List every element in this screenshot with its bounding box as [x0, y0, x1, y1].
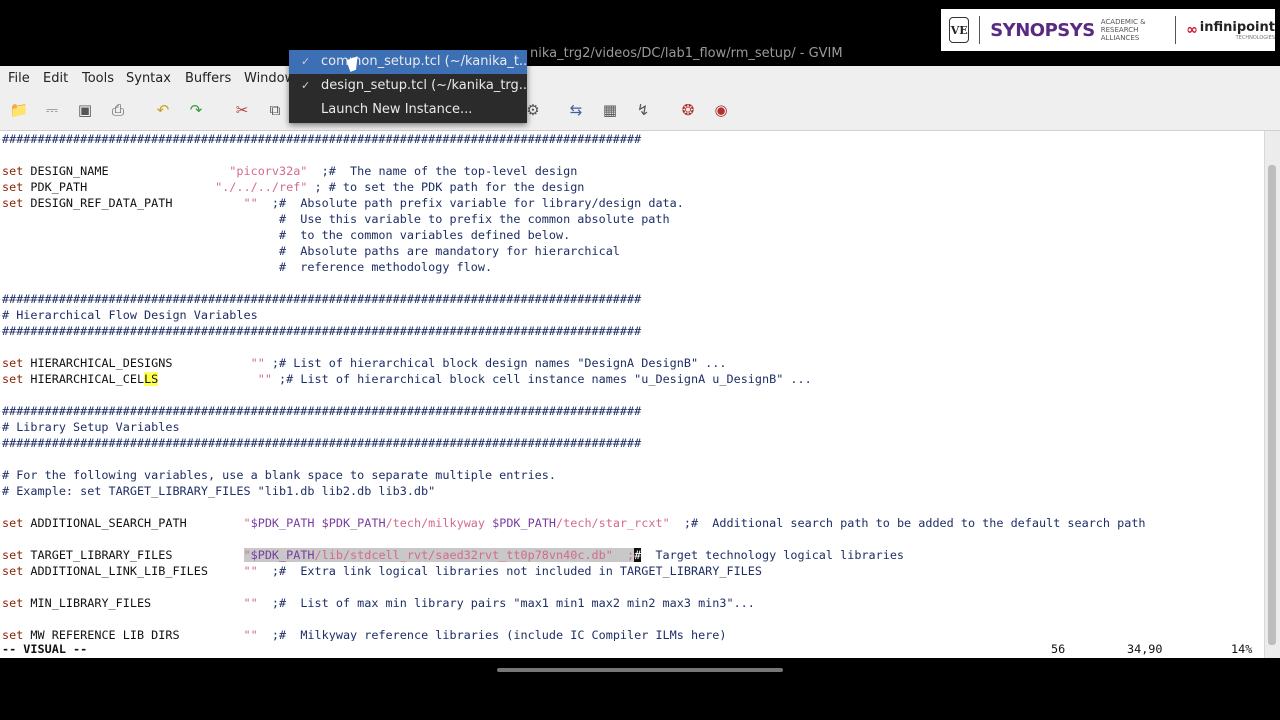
code-line: set DESIGN_REF_DATA_PATH "" ;# Absolute … [2, 196, 684, 210]
logo-divider [1175, 16, 1177, 44]
menu-window[interactable]: Window [244, 71, 295, 86]
copy-icon[interactable]: ⧉ [265, 100, 285, 120]
code-line: # For the following variables, use a bla… [2, 468, 556, 482]
search-highlight: LS [144, 372, 159, 386]
code-line: set PDK_PATH "./../../ref" ; # to set th… [2, 180, 585, 194]
print-icon[interactable]: ⎙ [108, 100, 128, 120]
code-line: set HIERARCHICAL_CELLS "" ;# List of hie… [2, 372, 812, 386]
vlsi-expert-logo: VE [949, 17, 970, 43]
visual-selection: " [243, 548, 251, 562]
code-line: # Example: set TARGET_LIBRARY_FILES "lib… [2, 484, 436, 498]
make-icon[interactable]: ⇆ [566, 100, 586, 120]
code-editor[interactable]: ########################################… [0, 131, 1264, 658]
undo-icon[interactable]: ↶ [153, 100, 173, 120]
help-icon[interactable]: ❂ [678, 100, 698, 120]
popup-item-launch-new[interactable]: Launch New Instance... [289, 98, 527, 122]
code-line: set ADDITIONAL_LINK_LIB_FILES "" ;# Extr… [2, 564, 762, 578]
synopsys-logo: SYNOPSYS [990, 19, 1095, 41]
ctags-icon[interactable]: ▦ [600, 100, 620, 120]
infinipoint-subtitle: TECHNOLOGIES [1235, 34, 1275, 41]
code-line: # Library Setup Variables [2, 420, 180, 434]
code-line: set ADDITIONAL_SEARCH_PATH "$PDK_PATH $P… [2, 516, 1146, 530]
save-file-icon[interactable]: ⎓ [42, 100, 62, 120]
scrollbar-thumb[interactable] [1268, 165, 1276, 645]
code-line: set DESIGN_NAME "picorv32a" ;# The name … [2, 164, 578, 178]
scroll-percent: 14% [1231, 642, 1253, 656]
find-help-icon[interactable]: ◉ [711, 100, 731, 120]
vertical-scrollbar[interactable] [1264, 131, 1280, 658]
code-line: ########################################… [2, 404, 642, 418]
code-line: set TARGET_LIBRARY_FILES "$PDK_PATH/lib/… [2, 548, 905, 562]
open-file-icon[interactable]: 📁 [9, 100, 29, 120]
menu-buffers[interactable]: Buffers [185, 71, 231, 86]
code-line: # Absolute paths are mandatory for hiera… [2, 244, 620, 258]
save-all-icon[interactable]: ▣ [75, 100, 95, 120]
cut-icon[interactable]: ✂ [232, 100, 252, 120]
window-title: nika_trg2/videos/DC/lab1_flow/rm_setup/ … [530, 46, 843, 61]
popup-item-common-setup[interactable]: ✓ common_setup.tcl (~/kanika_t... [289, 50, 527, 74]
logo-divider [979, 16, 981, 44]
infinipoint-icon: ∞ [1186, 22, 1198, 38]
menu-syntax[interactable]: Syntax [126, 71, 171, 86]
code-line: ########################################… [2, 324, 642, 338]
code-line: ########################################… [2, 436, 642, 450]
top-black-bar: nika_trg2/videos/DC/lab1_flow/rm_setup/ … [0, 0, 1280, 61]
code-line: # Hierarchical Flow Design Variables [2, 308, 258, 322]
redo-icon[interactable]: ↷ [186, 100, 206, 120]
menu-file[interactable]: File [8, 71, 30, 86]
sponsor-logos: VE SYNOPSYS ACADEMIC & RESEARCH ALLIANCE… [941, 9, 1275, 51]
run-script-icon[interactable]: ↯ [633, 100, 653, 120]
selection-count: 56 [1051, 642, 1066, 656]
code-line: # reference methodology flow. [2, 260, 493, 274]
menu-edit[interactable]: Edit [43, 71, 68, 86]
code-line: # to the common variables defined below. [2, 228, 571, 242]
video-progress-bar[interactable] [497, 668, 783, 672]
vim-icon: ✓ [301, 79, 311, 92]
status-line: -- VISUAL -- 56 34,90 14% [0, 641, 1264, 658]
code-line: set HIERARCHICAL_DESIGNS "" ;# List of h… [2, 356, 727, 370]
code-line: ########################################… [2, 292, 642, 306]
infinipoint-logo: infinipoint [1199, 19, 1275, 35]
cursor-position: 34,90 [1127, 642, 1163, 656]
code-line: set MIN_LIBRARY_FILES "" ;# List of max … [2, 596, 755, 610]
menu-bar: File Edit Tools Syntax Buffers Window [0, 66, 1280, 90]
mode-indicator: -- VISUAL -- [2, 642, 88, 656]
window-switcher-popup: ✓ common_setup.tcl (~/kanika_t... ✓ desi… [289, 50, 527, 123]
toolbar: 📁 ⎓ ▣ ⎙ ↶ ↷ ✂ ⧉ ⚙ ⇆ ▦ ↯ ❂ ◉ [0, 90, 1280, 131]
code-line: # Use this variable to prefix the common… [2, 212, 670, 226]
menu-tools[interactable]: Tools [82, 71, 114, 86]
popup-item-design-setup[interactable]: ✓ design_setup.tcl (~/kanika_trg... [289, 74, 527, 98]
vim-icon: ✓ [301, 55, 311, 68]
academic-alliance-text: ACADEMIC & RESEARCH ALLIANCES [1100, 18, 1146, 42]
code-line: ########################################… [2, 132, 642, 146]
